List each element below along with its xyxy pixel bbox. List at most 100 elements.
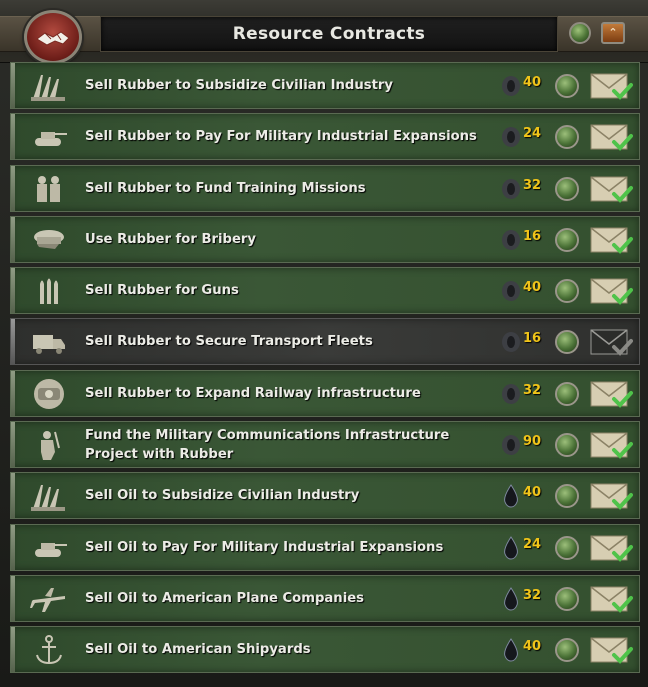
rubber-icon [500,279,522,303]
contract-row[interactable]: Sell Oil to Subsidize Civilian Industry 4… [10,472,640,520]
contract-row[interactable]: Sell Rubber to Secure Transport Fleets 16 [10,318,640,366]
accept-contract-envelope-icon[interactable] [589,533,633,563]
oil-drop-icon [500,587,522,611]
accept-contract-envelope-icon[interactable] [589,71,633,101]
status-indicator-icon[interactable] [555,330,579,355]
contract-cost: 32 [523,587,542,603]
status-indicator-icon[interactable] [555,484,579,509]
rubber-icon [500,125,522,149]
contract-label: Sell Rubber for Guns [85,283,239,299]
train-icon [29,377,69,411]
oil-drop-icon [500,535,522,560]
tank-icon [29,531,69,565]
row-accent-bar [11,165,15,211]
panel-header: Resource Contracts ⌃ [0,0,648,64]
contract-row[interactable]: Sell Oil to American Plane Companies 32 [10,574,640,622]
contract-label: Sell Rubber to Expand Railway infrastruc… [85,385,421,401]
rubber-icon [500,228,522,252]
contract-row[interactable]: Sell Rubber to Subsidize Civilian Indust… [10,62,640,109]
accept-contract-envelope-icon[interactable] [589,635,633,665]
row-accent-bar [11,319,15,365]
contract-cost: 16 [523,331,542,347]
row-accent-bar [11,473,15,519]
accept-contract-envelope-icon[interactable] [589,122,633,152]
title-box: Resource Contracts [100,16,558,52]
status-indicator-icon[interactable] [555,433,579,458]
factory-icon [29,479,69,513]
row-accent-bar [11,114,15,160]
contract-row[interactable]: Sell Oil to American Shipyards 40 [10,626,640,674]
accept-contract-envelope-icon[interactable] [589,327,633,357]
handshake-icon [24,10,82,64]
anchor-icon [29,633,69,667]
contract-cost: 32 [523,382,542,398]
factory-icon [29,69,69,103]
oil-drop-icon [500,638,522,662]
contract-label: Sell Rubber to Fund Training Missions [85,180,366,196]
status-indicator-icon[interactable] [555,279,579,304]
contract-row[interactable]: Sell Rubber to Expand Railway infrastruc… [10,369,640,417]
resource-contracts-panel: Resource Contracts ⌃ Sell Rubber to Subs… [0,0,648,687]
contract-row[interactable]: Sell Rubber to Fund Training Missions 32 [10,164,640,212]
row-accent-bar [11,268,15,314]
oil-drop-icon [500,484,522,508]
contract-label: Sell Rubber to Pay For Military Industri… [85,129,477,145]
row-accent-bar [11,422,15,468]
contract-cost: 40 [523,75,542,90]
rubber-icon [500,74,522,98]
contract-list: Sell Rubber to Subsidize Civilian Indust… [10,62,644,678]
contract-row[interactable]: Sell Oil to Pay For Military Industrial … [10,523,640,571]
plane-icon [29,582,69,616]
status-indicator-icon[interactable] [555,74,579,98]
row-accent-bar [11,524,15,570]
contract-label: Sell Oil to American Shipyards [85,642,311,658]
soldiers-icon [29,172,69,206]
contract-row[interactable]: Fund the Military Communications Infrast… [10,421,640,469]
accept-contract-envelope-icon[interactable] [589,174,633,204]
contract-cost: 40 [523,485,542,501]
page-title: Resource Contracts [232,24,426,44]
status-indicator-icon[interactable] [555,381,579,406]
contract-cost: 24 [523,536,542,552]
row-accent-bar [11,370,15,416]
row-accent-bar [11,575,15,621]
accept-contract-envelope-icon[interactable] [589,430,633,460]
contract-cost: 40 [523,280,542,296]
rubber-icon [500,382,522,406]
accept-contract-envelope-icon[interactable] [589,276,633,306]
contract-label: Sell Oil to Subsidize Civilian Industry [85,488,360,504]
rubber-icon [500,433,522,457]
accept-contract-envelope-icon[interactable] [589,584,633,614]
row-accent-bar [11,627,15,673]
collapse-button[interactable]: ⌃ [601,22,625,44]
status-indicator-icon[interactable] [555,227,579,252]
bullets-icon [29,274,69,308]
contract-cost: 24 [523,126,542,142]
contract-row[interactable]: Sell Rubber to Pay For Military Industri… [10,113,640,161]
status-indicator-icon[interactable] [555,535,579,560]
radio-operator-icon [29,428,69,462]
contract-row[interactable]: Use Rubber for Bribery 16 [10,215,640,263]
accept-contract-envelope-icon[interactable] [589,225,633,255]
accept-contract-envelope-icon[interactable] [589,481,633,511]
status-indicator-icon[interactable] [555,638,579,663]
contract-row[interactable]: Sell Rubber for Guns 40 [10,267,640,315]
row-accent-bar [11,63,15,108]
contract-cost: 40 [523,639,542,655]
status-indicator-icon[interactable] [569,22,591,44]
accept-contract-envelope-icon[interactable] [589,379,633,409]
contract-cost: 90 [523,434,542,450]
contract-label: Sell Oil to American Plane Companies [85,590,365,606]
tank-icon [29,120,69,154]
contract-label: Sell Oil to Pay For Military Industrial … [85,539,444,555]
status-indicator-icon[interactable] [555,176,579,201]
truck-icon [29,325,69,359]
contract-label: Fund the Military Communications Infrast… [85,427,450,462]
rubber-icon [500,177,522,201]
contract-label: Sell Rubber to Secure Transport Fleets [85,334,373,350]
officer-cap-icon [29,223,69,257]
contract-label: Use Rubber for Bribery [85,231,257,247]
rubber-icon [500,330,522,354]
status-indicator-icon[interactable] [555,586,579,611]
status-indicator-icon[interactable] [555,125,579,150]
